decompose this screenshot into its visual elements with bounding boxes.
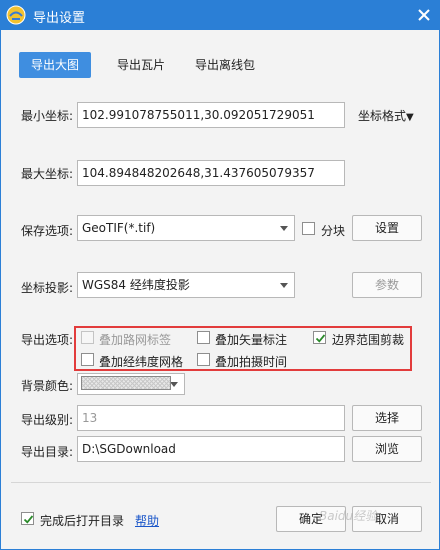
tile-label: 分块 <box>321 224 346 238</box>
window-title: 导出设置 <box>33 11 86 26</box>
boundary-clip-checkbox[interactable] <box>313 331 326 344</box>
browse-button[interactable]: 浏览 <box>352 436 422 462</box>
save-option-label: 保存选项: <box>21 224 74 238</box>
help-link[interactable]: 帮助 <box>135 512 159 529</box>
triangle-down-icon: ▼ <box>406 112 414 123</box>
chevron-down-icon <box>170 382 178 387</box>
checkmark-icon <box>315 334 326 343</box>
latlon-grid-label: 叠加经纬度网格 <box>99 355 184 369</box>
projection-select[interactable]: WGS84 经纬度投影 <box>77 272 295 298</box>
save-format-select[interactable]: GeoTIF(*.tif) <box>77 215 295 241</box>
chevron-down-icon <box>280 283 288 288</box>
background-color-label: 背景颜色: <box>21 379 74 393</box>
projection-value: WGS84 经纬度投影 <box>82 278 190 292</box>
road-labels-checkbox[interactable] <box>81 331 94 344</box>
min-coord-label: 最小坐标: <box>21 109 74 123</box>
save-format-value: GeoTIF(*.tif) <box>82 221 156 235</box>
settings-button[interactable]: 设置 <box>352 215 422 241</box>
max-coord-input[interactable]: 104.894848202648,31.437605079357 <box>77 160 345 186</box>
latlon-grid-checkbox[interactable] <box>81 353 94 366</box>
max-coord-label: 最大坐标: <box>21 167 74 181</box>
params-button[interactable]: 参数 <box>352 272 422 298</box>
select-level-button[interactable]: 选择 <box>352 405 422 431</box>
open-after-checkbox[interactable] <box>21 512 34 525</box>
coord-format-label: 坐标格式 <box>358 109 407 123</box>
footer-divider <box>11 482 431 483</box>
projection-label: 坐标投影: <box>21 281 74 295</box>
background-color-swatch <box>81 376 171 390</box>
vector-annotation-label: 叠加矢量标注 <box>215 333 288 347</box>
checkmark-icon <box>23 515 34 524</box>
export-level-label: 导出级别: <box>21 413 74 427</box>
watermark: Baidu经验 <box>319 509 378 523</box>
app-logo-icon <box>6 5 26 25</box>
coord-format-menu[interactable]: 坐标格式▼ <box>358 107 414 124</box>
export-options-label: 导出选项: <box>21 333 74 347</box>
tab-export-large-image[interactable]: 导出大图 <box>19 52 91 78</box>
title-bar: 导出设置 <box>0 0 440 30</box>
close-icon[interactable] <box>414 5 434 25</box>
road-labels-label: 叠加路网标签 <box>99 333 172 347</box>
export-dir-input[interactable]: D:\SGDownload <box>77 436 345 462</box>
open-after-label: 完成后打开目录 <box>40 514 125 528</box>
tab-export-offline-package[interactable]: 导出离线包 <box>187 52 263 78</box>
export-level-input[interactable]: 13 <box>77 405 345 431</box>
capture-time-label: 叠加拍摄时间 <box>215 355 288 369</box>
vector-annotation-checkbox[interactable] <box>197 331 210 344</box>
capture-time-checkbox[interactable] <box>197 353 210 366</box>
export-dir-label: 导出目录: <box>21 445 74 459</box>
tile-checkbox[interactable] <box>302 222 315 235</box>
boundary-clip-label: 边界范围剪裁 <box>332 333 405 347</box>
dialog-body: 导出大图 导出瓦片 导出离线包 最小坐标: 102.991078755011,3… <box>0 30 440 550</box>
min-coord-input[interactable]: 102.991078755011,30.092051729051 <box>77 102 345 128</box>
chevron-down-icon <box>280 226 288 231</box>
tab-export-tiles[interactable]: 导出瓦片 <box>105 52 177 78</box>
